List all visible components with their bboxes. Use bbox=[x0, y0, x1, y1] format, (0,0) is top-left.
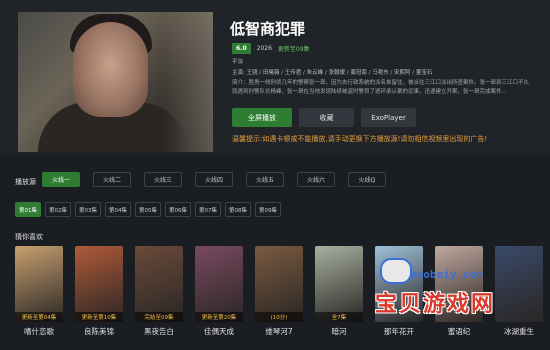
update-badge: (10分) bbox=[255, 312, 303, 322]
source-list: 火线一 火线二 火线三 火线四 火线五 火线六 火线Q bbox=[42, 172, 386, 187]
watermark-url: baobeiy.com bbox=[410, 268, 483, 281]
watermark-text: 宝贝游戏网 bbox=[375, 292, 496, 317]
recommend-card[interactable]: (10分) 维琴河7 bbox=[255, 246, 303, 337]
update-badge: 更新至第20集 bbox=[195, 312, 243, 322]
poster-image bbox=[18, 12, 213, 152]
source-tab[interactable]: 火线Q bbox=[348, 172, 386, 187]
recommend-cover[interactable]: (10分) bbox=[255, 246, 303, 322]
site-watermark: baobeiy.com 宝贝游戏网 bbox=[375, 258, 535, 338]
recommend-cover[interactable]: 更新至第10集 bbox=[75, 246, 123, 322]
show-title: 低智商犯罪 bbox=[230, 20, 306, 38]
year-label: 2026 bbox=[256, 45, 272, 52]
favorite-button[interactable]: 收藏 bbox=[299, 108, 354, 127]
update-status: 更新至09集 bbox=[277, 46, 310, 53]
episode-button[interactable]: 第09集 bbox=[255, 202, 281, 217]
warning-notice: 温馨提示:如遇卡顿或不能播放,请手动更换下方播放源!请勿相信视频里出现的广告! bbox=[232, 135, 488, 143]
source-tab[interactable]: 火线二 bbox=[93, 172, 131, 187]
recommend-name[interactable]: 暗河 bbox=[315, 326, 363, 337]
recommend-card[interactable]: 更新至第20集 佳偶天成 bbox=[195, 246, 243, 337]
episode-button[interactable]: 第07集 bbox=[195, 202, 221, 217]
recommend-name[interactable]: 黑夜告白 bbox=[135, 326, 183, 337]
episode-button[interactable]: 第04集 bbox=[105, 202, 131, 217]
source-label: 播放源 bbox=[15, 178, 36, 186]
update-badge: 全7集 bbox=[315, 312, 363, 322]
source-tab[interactable]: 火线一 bbox=[42, 172, 80, 187]
recommend-name[interactable]: 维琴河7 bbox=[255, 326, 303, 337]
fullscreen-play-button[interactable]: 全屏播放 bbox=[232, 108, 292, 127]
detail-header: 低智商犯罪 6.0 2026 更新至09集 平淡 主演: 王骁 / 田曦薇 / … bbox=[0, 0, 550, 155]
recommend-cover[interactable]: 全7集 bbox=[315, 246, 363, 322]
exoplayer-button[interactable]: ExoPlayer bbox=[361, 108, 416, 127]
update-badge: 更新至第10集 bbox=[75, 312, 123, 322]
update-badge: 更新至第04集 bbox=[15, 312, 63, 322]
recommend-card[interactable]: 全7集暗河 bbox=[315, 246, 363, 337]
episode-button[interactable]: 第01集 bbox=[15, 202, 41, 217]
recommend-title: 猜你喜欢 bbox=[15, 233, 43, 241]
cast-list: 主演: 王骁 / 田曦薇 / 王传君 / 朱云峰 / 张翰瑷 / 姜冠南 / 马… bbox=[232, 70, 433, 76]
recommend-card[interactable]: 更新至第04集 嗜什恋歌 bbox=[15, 246, 63, 337]
gamepad-icon bbox=[380, 258, 412, 284]
source-tab[interactable]: 火线四 bbox=[195, 172, 233, 187]
recommend-card[interactable]: 完结至09集 黑夜告白 bbox=[135, 246, 183, 337]
rating-badge: 6.0 bbox=[232, 43, 251, 54]
episode-button[interactable]: 第08集 bbox=[225, 202, 251, 217]
intro-text: 简介：胜男一线刑侦几年的警察张一昂，因为去行政系统的派名单留住，被派往三江口派出… bbox=[232, 80, 530, 95]
update-badge: 完结至09集 bbox=[135, 312, 183, 322]
recommend-name[interactable]: 佳偶天成 bbox=[195, 326, 243, 337]
episode-button[interactable]: 第06集 bbox=[165, 202, 191, 217]
source-tab[interactable]: 火线五 bbox=[246, 172, 284, 187]
episode-button[interactable]: 第02集 bbox=[45, 202, 71, 217]
recommend-cover[interactable]: 更新至第20集 bbox=[195, 246, 243, 322]
meta-row: 6.0 2026 更新至09集 bbox=[232, 43, 310, 54]
action-buttons: 全屏播放 收藏 ExoPlayer bbox=[232, 108, 416, 127]
source-tab[interactable]: 火线六 bbox=[297, 172, 335, 187]
source-tab[interactable]: 火线三 bbox=[144, 172, 182, 187]
genre-label: 平淡 bbox=[232, 59, 244, 65]
recommend-cover[interactable]: 完结至09集 bbox=[135, 246, 183, 322]
recommend-name[interactable]: 嗜什恋歌 bbox=[15, 326, 63, 337]
episode-button[interactable]: 第05集 bbox=[135, 202, 161, 217]
episode-list: 第01集 第02集 第03集 第04集 第05集 第06集 第07集 第08集 第09集 bbox=[15, 202, 281, 217]
recommend-cover[interactable]: 更新至第04集 bbox=[15, 246, 63, 322]
recommend-name[interactable]: 良陈美锦 bbox=[75, 326, 123, 337]
recommend-card[interactable]: 更新至第10集 良陈美锦 bbox=[75, 246, 123, 337]
episode-button[interactable]: 第03集 bbox=[75, 202, 101, 217]
